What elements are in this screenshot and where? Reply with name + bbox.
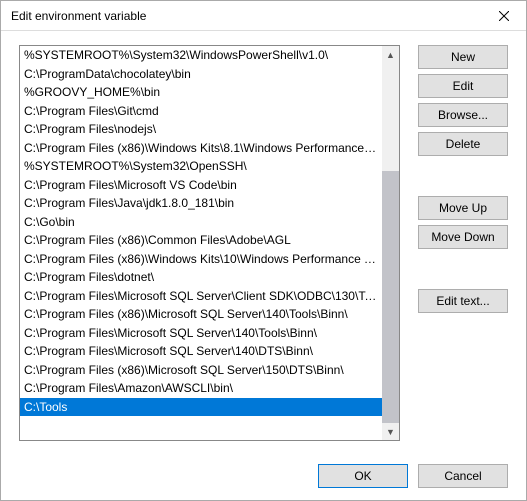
browse-button[interactable]: Browse... bbox=[418, 103, 508, 127]
list-item[interactable]: %SYSTEMROOT%\System32\WindowsPowerShell\… bbox=[20, 46, 382, 65]
list-item[interactable]: %GROOVY_HOME%\bin bbox=[20, 83, 382, 102]
list-item[interactable]: C:\Program Files (x86)\Common Files\Adob… bbox=[20, 231, 382, 250]
cancel-button[interactable]: Cancel bbox=[418, 464, 508, 488]
spacer bbox=[418, 161, 508, 191]
list-item[interactable]: C:\Program Files\Microsoft SQL Server\14… bbox=[20, 324, 382, 343]
list-item[interactable]: %SYSTEMROOT%\System32\OpenSSH\ bbox=[20, 157, 382, 176]
dialog-window: Edit environment variable %SYSTEMROOT%\S… bbox=[0, 0, 527, 501]
list-item[interactable]: C:\Tools bbox=[20, 398, 382, 417]
list-item[interactable]: C:\ProgramData\chocolatey\bin bbox=[20, 65, 382, 84]
delete-button[interactable]: Delete bbox=[418, 132, 508, 156]
buttons-column: New Edit Browse... Delete Move Up Move D… bbox=[418, 45, 508, 450]
list-item[interactable]: C:\Program Files\Git\cmd bbox=[20, 102, 382, 121]
list-item[interactable]: C:\Go\bin bbox=[20, 213, 382, 232]
list-item[interactable]: C:\Program Files\nodejs\ bbox=[20, 120, 382, 139]
list-item[interactable]: C:\Program Files\Java\jdk1.8.0_181\bin bbox=[20, 194, 382, 213]
scroll-track[interactable] bbox=[382, 63, 399, 423]
window-title: Edit environment variable bbox=[11, 9, 146, 23]
list-item[interactable]: C:\Program Files\Amazon\AWSCLI\bin\ bbox=[20, 379, 382, 398]
list-item[interactable]: C:\Program Files (x86)\Microsoft SQL Ser… bbox=[20, 361, 382, 380]
edit-button[interactable]: Edit bbox=[418, 74, 508, 98]
ok-button[interactable]: OK bbox=[318, 464, 408, 488]
scroll-up-arrow[interactable]: ▲ bbox=[382, 46, 399, 63]
list-item[interactable]: C:\Program Files (x86)\Windows Kits\10\W… bbox=[20, 250, 382, 269]
list-item[interactable]: C:\Program Files\Microsoft SQL Server\14… bbox=[20, 342, 382, 361]
footer: OK Cancel bbox=[1, 456, 526, 500]
list-item[interactable]: C:\Program Files (x86)\Windows Kits\8.1\… bbox=[20, 139, 382, 158]
new-button[interactable]: New bbox=[418, 45, 508, 69]
titlebar: Edit environment variable bbox=[1, 1, 526, 31]
content-area: %SYSTEMROOT%\System32\WindowsPowerShell\… bbox=[1, 31, 526, 456]
scrollbar[interactable]: ▲ ▼ bbox=[382, 46, 399, 440]
list-item[interactable]: C:\Program Files\dotnet\ bbox=[20, 268, 382, 287]
spacer bbox=[418, 254, 508, 284]
scroll-thumb[interactable] bbox=[382, 171, 399, 423]
close-icon bbox=[499, 11, 509, 21]
list-item[interactable]: C:\Program Files\Microsoft SQL Server\Cl… bbox=[20, 287, 382, 306]
close-button[interactable] bbox=[481, 1, 526, 30]
move-down-button[interactable]: Move Down bbox=[418, 225, 508, 249]
path-listbox[interactable]: %SYSTEMROOT%\System32\WindowsPowerShell\… bbox=[19, 45, 400, 441]
edit-text-button[interactable]: Edit text... bbox=[418, 289, 508, 313]
move-up-button[interactable]: Move Up bbox=[418, 196, 508, 220]
scroll-down-arrow[interactable]: ▼ bbox=[382, 423, 399, 440]
list-item[interactable]: C:\Program Files (x86)\Microsoft SQL Ser… bbox=[20, 305, 382, 324]
list-item[interactable]: C:\Program Files\Microsoft VS Code\bin bbox=[20, 176, 382, 195]
